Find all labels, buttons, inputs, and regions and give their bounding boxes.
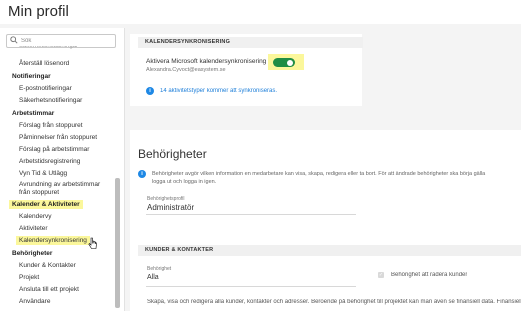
sidebar-header-work-hours: Arbetstimmar [12, 110, 55, 117]
sidebar-item-stopwatch-rounding[interactable]: Avrundning av arbetstimmar från stoppure… [19, 181, 111, 197]
sidebar-item-clipped[interactable]: Säkerhetsinställningar [19, 46, 78, 50]
sidebar-item-customers-contacts[interactable]: Kunder & Kontakter [19, 262, 76, 270]
sidebar-item-calendar-sync[interactable]: Kalendersynkronisering [16, 236, 90, 245]
customers-permission-value[interactable]: Alla [147, 274, 159, 281]
permissions-info-text-line1: Behörigheter avgör vilken information en… [152, 171, 486, 177]
sidebar-item-stopwatch-reminders[interactable]: Påminnelser från stoppuret [19, 134, 97, 142]
customers-permission-underline [146, 286, 356, 287]
calendar-sync-toggle[interactable] [273, 58, 295, 67]
page-title: Min profil [8, 3, 69, 20]
calendar-sync-toggle-label: Aktivera Microsoft kalendersynkroniserin… [146, 58, 267, 65]
sidebar-item-reset-password[interactable]: Återställ lösenord [19, 60, 69, 68]
permissions-info-icon: i [138, 170, 146, 178]
sidebar-item-join-project[interactable]: Ansluta till ett projekt [19, 286, 79, 294]
sidebar-item-stopwatch-suggestions[interactable]: Förslag från stoppuret [19, 122, 83, 130]
customers-footer-text: Skapa, visa och redigera alla kunder, ko… [147, 299, 521, 305]
sidebar-item-work-hour-suggestions[interactable]: Förslag på arbetstimmar [19, 146, 89, 154]
sidebar-item-security-notifications[interactable]: Säkerhetsnotifieringar [19, 97, 82, 105]
toggle-knob [287, 59, 293, 66]
sidebar-item-email-notifications[interactable]: E-postnotifieringar [19, 85, 72, 93]
account-email: Alexandra.Cyvoct@easystem.se [146, 67, 226, 73]
header: Min profil [0, 0, 521, 24]
delete-customers-checkbox[interactable]: ✓ [378, 272, 384, 278]
sidebar-header-permissions: Behörigheter [12, 250, 53, 257]
permission-profile-value[interactable]: Administratör [147, 203, 194, 212]
sidebar-item-time-registration[interactable]: Arbetstidsregistrering [19, 158, 80, 166]
search-icon [10, 36, 18, 44]
permission-profile-underline [146, 214, 356, 215]
sidebar-item-activities[interactable]: Aktiviteter [19, 225, 48, 233]
customers-contacts-section-title: KUNDER & KONTAKTER [138, 245, 521, 256]
permissions-info-text-line2: logga ut och logga in igen. [152, 179, 217, 185]
permissions-title: Behörigheter [138, 147, 207, 161]
mouse-cursor-icon [88, 237, 97, 249]
info-icon: i [146, 87, 154, 95]
sidebar-item-time-expenses-view[interactable]: Vyn Tid & Utlägg [19, 170, 67, 178]
sidebar: Säkerhetsinställningar Återställ lösenor… [0, 28, 125, 311]
sidebar-item-calendar-view[interactable]: Kalendervy [19, 213, 52, 221]
activity-types-link[interactable]: 14 aktivitetstyper kommer att synkronise… [160, 88, 277, 94]
permission-profile-label: Behörighetsprofil [147, 196, 185, 202]
customers-permission-label: Behörighet [147, 266, 172, 272]
sidebar-item-projects[interactable]: Projekt [19, 274, 39, 282]
sidebar-scrollbar[interactable] [115, 178, 120, 308]
delete-customers-label: Behörighet att radera kunder [391, 272, 468, 278]
sidebar-header-notifications: Notifieringar [12, 73, 51, 80]
calendar-sync-section-title: KALENDERSYNKRONISERING [138, 37, 363, 48]
sidebar-item-users[interactable]: Användare [19, 298, 50, 306]
sidebar-header-calendar: Kalender & Aktiviteter [9, 200, 83, 209]
